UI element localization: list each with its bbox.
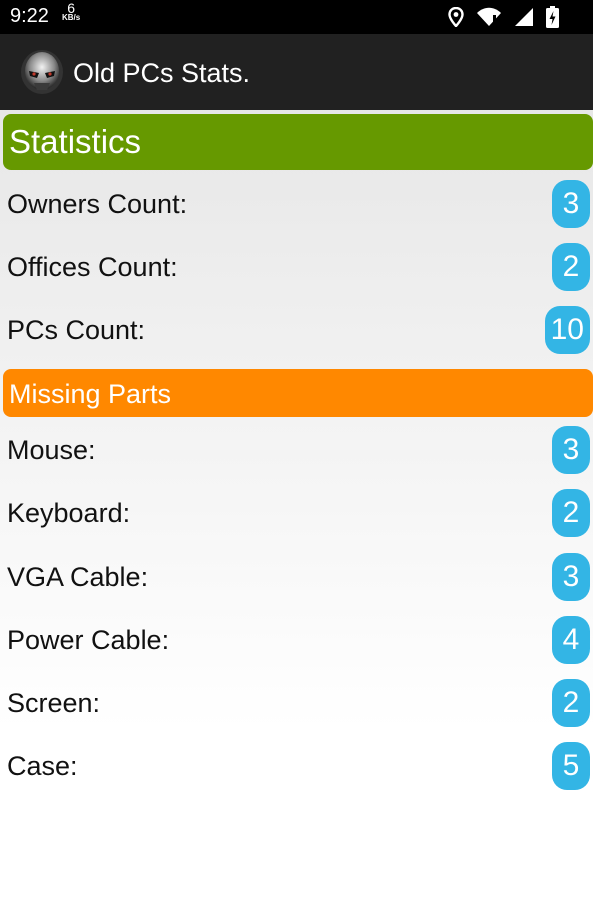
- stats-content[interactable]: Statistics Owners Count: 3 Offices Count…: [0, 110, 593, 918]
- stat-row-owners-count: Owners Count: 3: [0, 178, 593, 230]
- part-row-mouse: Mouse: 3: [0, 424, 593, 476]
- part-row-power-cable: Power Cable: 4: [0, 614, 593, 666]
- count-badge: 3: [552, 426, 590, 474]
- part-row-keyboard: Keyboard: 2: [0, 487, 593, 539]
- location-icon: [448, 7, 464, 27]
- count-badge: 2: [552, 489, 590, 537]
- count-badge: 10: [544, 306, 590, 354]
- count-badge: 5: [552, 742, 590, 790]
- part-label: VGA Cable:: [7, 562, 149, 592]
- stat-row-pcs-count: PCs Count: 10: [0, 304, 593, 356]
- network-speed: 6 KB/s: [62, 0, 81, 23]
- count-badge: 4: [552, 616, 590, 664]
- network-speed-unit: KB/s: [62, 13, 81, 22]
- count-badge: 3: [552, 553, 590, 601]
- part-row-case: Case: 5: [0, 740, 593, 792]
- count-badge: 2: [552, 679, 590, 727]
- app-logo-icon: [21, 50, 63, 94]
- stat-row-offices-count: Offices Count: 2: [0, 241, 593, 293]
- part-row-vga-cable: VGA Cable: 3: [0, 551, 593, 603]
- part-label: Screen:: [7, 688, 101, 718]
- status-icons: [448, 6, 559, 28]
- app-bar: Old PCs Stats.: [0, 34, 593, 110]
- count-badge: 2: [552, 243, 590, 291]
- part-label: Keyboard:: [7, 498, 131, 528]
- section-header-statistics: Statistics: [3, 114, 593, 170]
- part-label: Power Cable:: [7, 625, 170, 655]
- network-speed-value: 6: [67, 0, 76, 16]
- status-bar: 9:22 6 KB/s: [0, 0, 593, 34]
- status-time: 9:22: [10, 5, 49, 27]
- app-title: Old PCs Stats.: [73, 58, 251, 88]
- stat-label: Offices Count:: [7, 252, 178, 282]
- section-header-missing-parts: Missing Parts: [3, 369, 593, 417]
- part-row-screen: Screen: 2: [0, 677, 593, 729]
- battery-charging-icon: [546, 6, 559, 28]
- part-label: Mouse:: [7, 435, 96, 465]
- stat-label: Owners Count:: [7, 189, 188, 219]
- stat-label: PCs Count:: [7, 315, 146, 345]
- cell-signal-icon: [515, 8, 533, 26]
- part-label: Case:: [7, 751, 78, 781]
- count-badge: 3: [552, 180, 590, 228]
- wifi-icon: [477, 7, 501, 26]
